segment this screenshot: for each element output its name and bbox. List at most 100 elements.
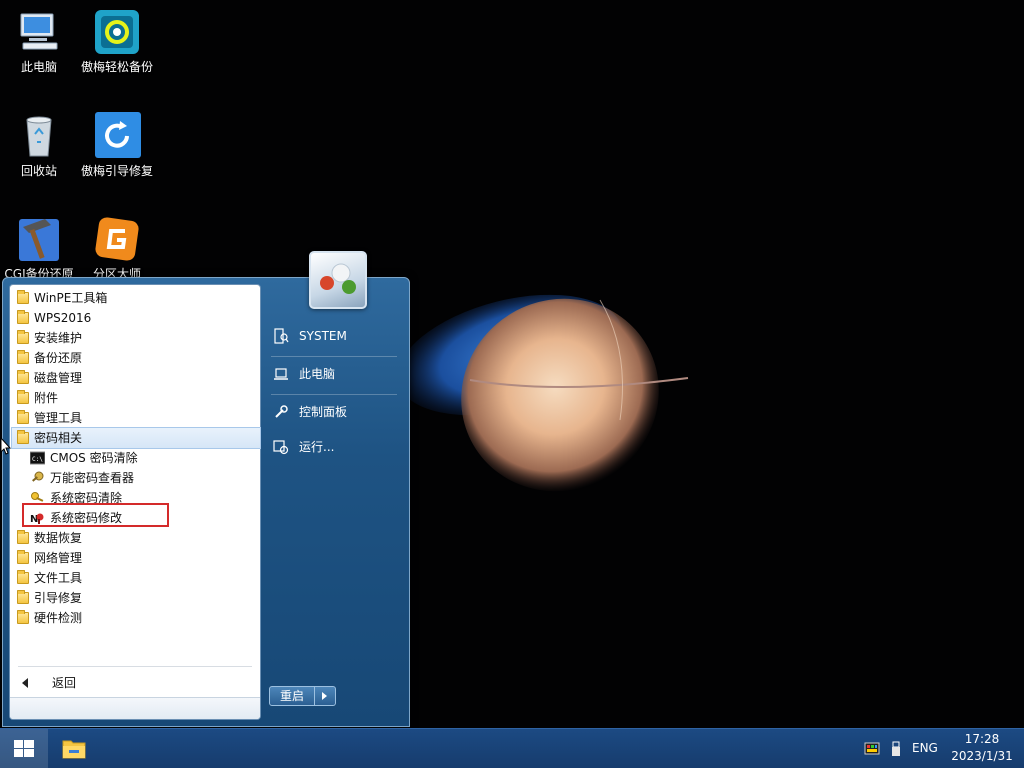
user-folder-link[interactable]: SYSTEM <box>269 323 397 349</box>
backup-app-icon <box>93 8 141 56</box>
folder-data-recovery[interactable]: 数据恢复 <box>12 528 260 548</box>
start-button[interactable] <box>0 729 48 768</box>
folder-install-maintenance[interactable]: 安装维护 <box>12 328 260 348</box>
program-label: CMOS 密码清除 <box>50 451 138 465</box>
taskbar: ENG 17:28 2023/1/31 <box>0 728 1024 768</box>
desktop-icon-this-pc[interactable]: 此电脑 <box>1 8 77 75</box>
program-label: 数据恢复 <box>34 531 83 545</box>
divider <box>18 666 252 667</box>
folder-icon <box>17 410 29 424</box>
folder-icon <box>17 530 29 544</box>
desktop-icon-recycle-bin[interactable]: 回收站 <box>1 112 77 179</box>
program-label: WPS2016 <box>34 311 92 325</box>
control-panel-link[interactable]: 控制面板 <box>269 399 397 425</box>
desktop-icon-partition-master[interactable]: 分区大师 <box>79 215 155 282</box>
file-explorer-button[interactable] <box>50 729 98 768</box>
program-label: 附件 <box>34 391 59 405</box>
laptop-icon <box>274 368 288 380</box>
back-arrow-icon <box>22 678 28 688</box>
recycle-bin-icon <box>15 112 63 160</box>
search-area[interactable] <box>10 697 260 719</box>
program-label: 安装维护 <box>34 331 83 345</box>
key-user-icon <box>32 471 44 482</box>
input-language-indicator[interactable]: ENG <box>912 741 938 755</box>
folder-backup-restore[interactable]: 备份还原 <box>12 348 260 368</box>
folder-winpe-toolbox[interactable]: WinPE工具箱 <box>12 288 260 308</box>
folder-boot-repair[interactable]: 引导修复 <box>12 588 260 608</box>
folder-disk-management[interactable]: 磁盘管理 <box>12 368 260 388</box>
folder-hardware-detection[interactable]: 硬件检测 <box>12 608 260 628</box>
program-label: WinPE工具箱 <box>34 291 108 305</box>
svg-text:C:\: C:\ <box>32 456 43 463</box>
run-icon <box>273 440 289 455</box>
clock-date[interactable]: 2023/1/31 <box>940 749 1024 763</box>
computer-icon <box>15 8 63 56</box>
divider <box>271 356 397 357</box>
highlight-box <box>22 503 169 527</box>
folder-network-management[interactable]: 网络管理 <box>12 548 260 568</box>
folder-icon <box>62 740 86 759</box>
folder-wps2016[interactable]: WPS2016 <box>12 308 260 328</box>
run-link[interactable]: 运行... <box>269 434 397 460</box>
clock-time[interactable]: 17:28 <box>940 732 1024 746</box>
program-label: 密码相关 <box>34 431 83 445</box>
windows-logo-icon <box>14 740 34 757</box>
run-label: 运行... <box>299 440 335 454</box>
desktop-icon-cgi-backup[interactable]: CGI备份还原 <box>1 215 77 282</box>
desktop-icon-label: 此电脑 <box>20 60 57 74</box>
this-pc-link[interactable]: 此电脑 <box>269 361 397 387</box>
program-label: 网络管理 <box>34 551 83 565</box>
folder-password-related[interactable]: 密码相关 <box>11 427 261 449</box>
wrench-icon <box>275 405 288 418</box>
folder-icon <box>17 350 29 364</box>
program-label: 万能密码查看器 <box>50 471 135 485</box>
program-label: 管理工具 <box>34 411 83 425</box>
start-menu: WinPE工具箱 WPS2016 安装维护 备份还原 磁盘管理 附件 管理工具 … <box>2 251 410 727</box>
mouse-cursor-icon <box>0 437 12 455</box>
user-folder-icon <box>274 328 289 344</box>
control-panel-label: 控制面板 <box>299 405 348 419</box>
color-display-icon[interactable] <box>864 741 880 757</box>
program-label: 文件工具 <box>34 571 83 585</box>
desktop-icon-label: 回收站 <box>20 164 57 178</box>
back-button[interactable]: 返回 <box>14 673 134 693</box>
user-picture[interactable] <box>309 251 367 309</box>
folder-icon <box>17 370 29 384</box>
program-label: 备份还原 <box>34 351 83 365</box>
program-label: 引导修复 <box>34 591 83 605</box>
folder-file-tools[interactable]: 文件工具 <box>12 568 260 588</box>
back-label: 返回 <box>52 676 77 690</box>
folder-accessories[interactable]: 附件 <box>12 388 260 408</box>
folder-admin-tools[interactable]: 管理工具 <box>12 408 260 428</box>
desktop-icon-label: 傲梅轻松备份 <box>80 60 153 74</box>
program-label: 硬件检测 <box>34 611 83 625</box>
folder-icon <box>17 610 29 624</box>
program-cmos-password-clear[interactable]: C:\ CMOS 密码清除 <box>12 448 260 468</box>
folder-icon <box>17 330 29 344</box>
console-icon: C:\ <box>30 451 45 465</box>
program-label: 磁盘管理 <box>34 371 83 385</box>
power-options-arrow-button[interactable] <box>315 686 336 706</box>
folder-icon <box>17 310 29 324</box>
computer-label: 此电脑 <box>299 367 336 381</box>
desktop-icon-aomei-backupper[interactable]: 傲梅轻松备份 <box>79 8 155 75</box>
user-label: SYSTEM <box>299 329 347 343</box>
programs-pane: WinPE工具箱 WPS2016 安装维护 备份还原 磁盘管理 附件 管理工具 … <box>9 284 261 720</box>
divider <box>271 394 397 395</box>
folder-icon <box>17 590 29 604</box>
folder-icon <box>17 390 29 404</box>
boot-repair-icon <box>93 112 141 160</box>
folder-icon <box>17 550 29 564</box>
folder-open-icon <box>17 430 29 444</box>
usb-drive-icon[interactable] <box>888 741 904 757</box>
program-list: WinPE工具箱 WPS2016 安装维护 备份还原 磁盘管理 附件 管理工具 … <box>11 288 261 628</box>
restart-button[interactable]: 重启 <box>269 686 315 706</box>
folder-icon <box>17 290 29 304</box>
desktop-icon-label: 傲梅引导修复 <box>80 164 153 178</box>
partition-master-icon <box>93 215 141 263</box>
cgi-backup-icon <box>15 215 63 263</box>
desktop-icon-aomei-boot-repair[interactable]: 傲梅引导修复 <box>79 112 155 179</box>
folder-icon <box>17 570 29 584</box>
program-password-viewer[interactable]: 万能密码查看器 <box>12 468 260 488</box>
user-avatar-icon <box>320 263 356 294</box>
